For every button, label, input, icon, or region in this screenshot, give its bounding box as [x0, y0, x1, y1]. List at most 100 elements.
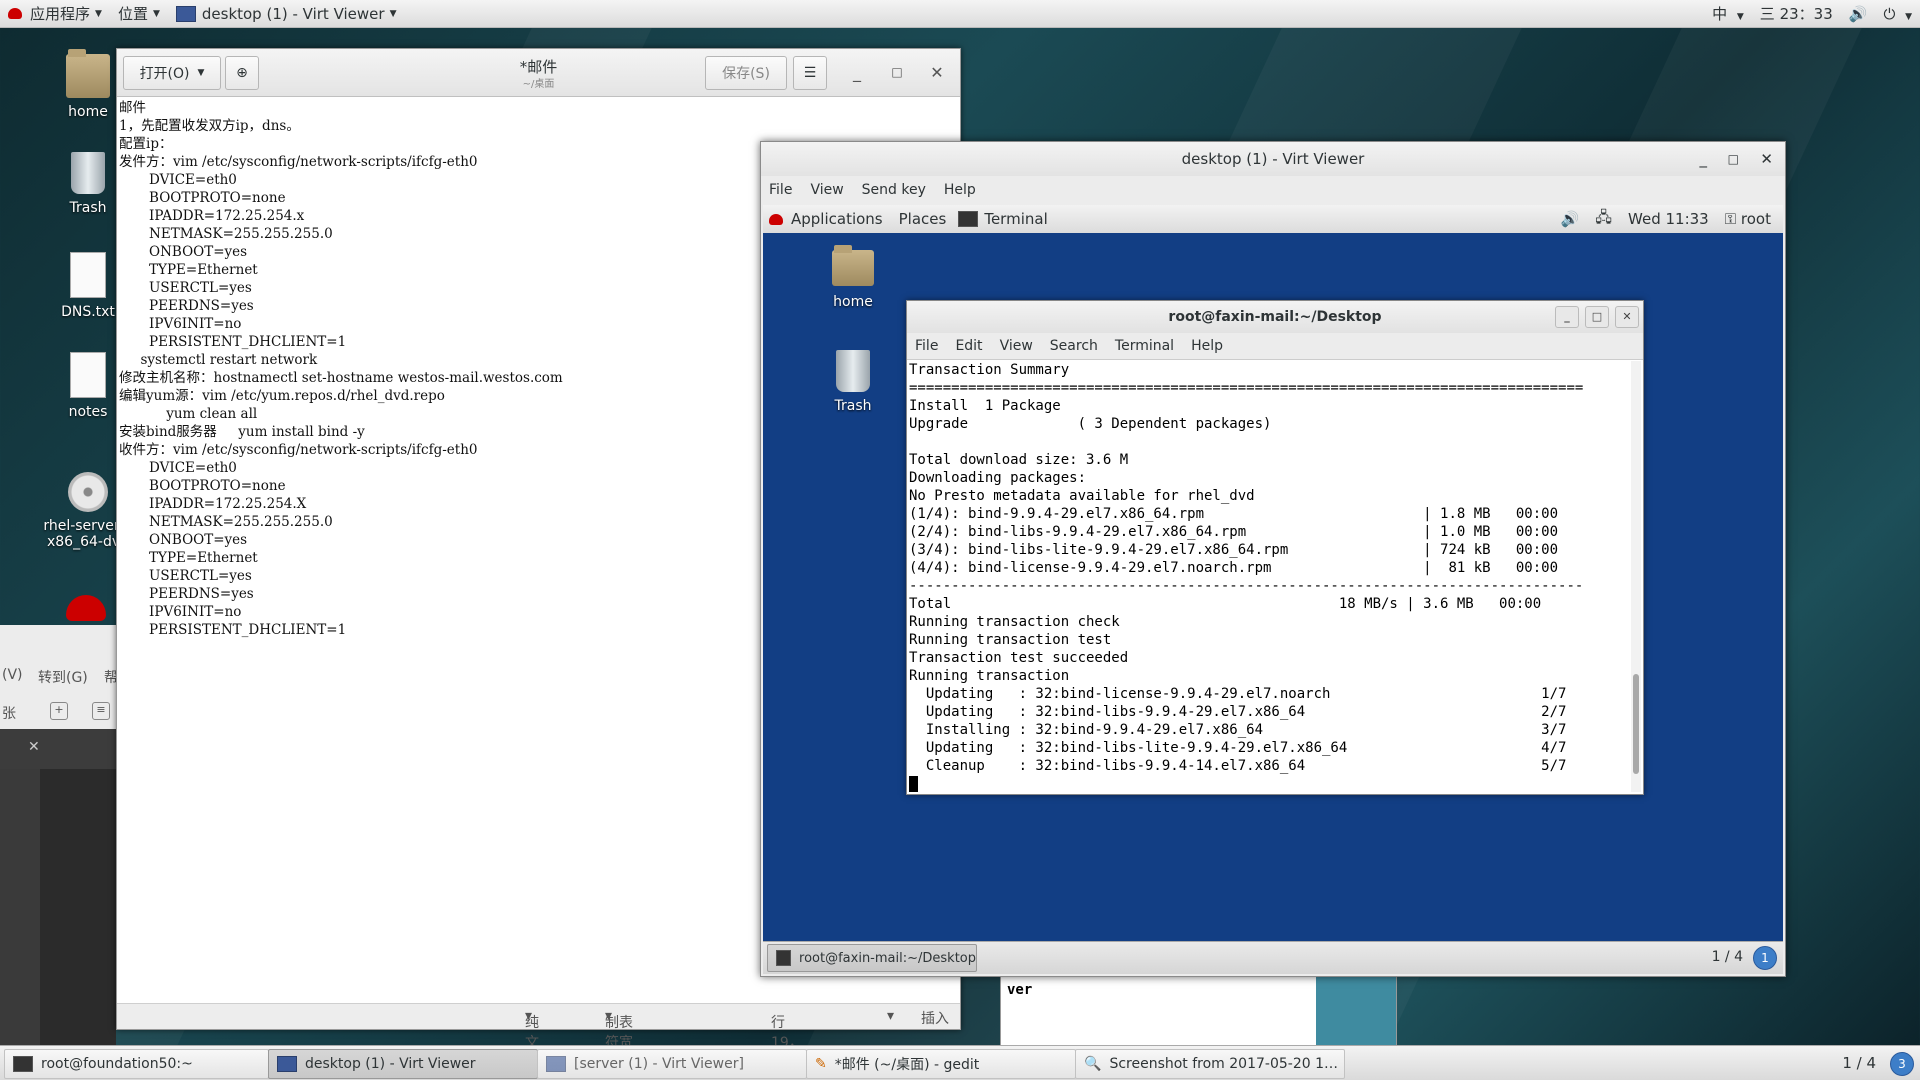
language-selector[interactable]: 纯文本 ▾ [525, 1008, 539, 1071]
window-subtitle: ~/桌面 [522, 79, 555, 90]
task-gedit[interactable]: ✎ *邮件 (~/桌面) - gedit [806, 1049, 1076, 1079]
guest-display[interactable]: Applications Places Terminal 🔊 🖧 Wed 11:… [763, 205, 1783, 974]
active-window-menu[interactable]: desktop (1) - Virt Viewer ▼ [168, 5, 405, 23]
notification-badge[interactable]: 3 [1890, 1052, 1914, 1076]
guest-notification-badge[interactable]: 1 [1753, 946, 1777, 970]
save-button[interactable]: 保存(S) [705, 56, 787, 90]
menu-help[interactable]: Help [1191, 338, 1223, 354]
editor-line: 邮件 [119, 100, 146, 116]
close-icon[interactable]: ✕ [927, 63, 947, 82]
terminal-line: Updating : 32:bind-libs-lite-9.9.4-29.el… [909, 740, 1567, 756]
terminal-line: (1/4): bind-9.9.4-29.el7.x86_64.rpm | 1.… [909, 506, 1559, 522]
menu-goto[interactable]: 转到(G) [38, 667, 88, 687]
guest-clock[interactable]: Wed 11:33 [1628, 210, 1709, 228]
image-viewer-icon: 🔍 [1084, 1056, 1102, 1072]
close-icon[interactable]: ✕ [1760, 142, 1773, 176]
volume-icon[interactable]: 🔊 [1561, 210, 1580, 228]
menu-button[interactable]: ☰ [793, 56, 827, 90]
menu-help[interactable]: Help [944, 182, 976, 198]
menu-view[interactable]: (V) [2, 667, 23, 683]
menu-view[interactable]: View [810, 182, 843, 198]
gedit-statusbar: 纯文本 ▾ 制表符宽度：8 ▾ 行 19，列 10 ▾ 插入 [117, 1003, 960, 1080]
chevron-down-icon[interactable]: ▾ [887, 1008, 894, 1024]
guest-applications-menu[interactable]: Applications [791, 210, 883, 228]
close-icon[interactable]: ✕ [1615, 306, 1639, 328]
guest-user-menu[interactable]: ⚿ root [1725, 210, 1771, 228]
guest-desktop-icon-home[interactable]: home [808, 245, 898, 310]
minimize-icon[interactable]: _ [1700, 142, 1708, 176]
maximize-icon[interactable]: □ [1728, 142, 1739, 176]
power-icon[interactable]: ⏻ ▼ [1883, 5, 1912, 23]
guest-active-window-label: Terminal [984, 210, 1048, 228]
minimize-icon[interactable]: _ [847, 63, 867, 82]
partial-file-manager-window: (V) 转到(G) 帮 张 + ≡ ✕ [0, 625, 118, 1045]
window-title: *邮件 [519, 58, 558, 76]
terminal-scrollbar[interactable] [1631, 361, 1641, 792]
virt-viewer-titlebar: desktop (1) - Virt Viewer _ □ ✕ [761, 142, 1785, 176]
task-label: desktop (1) - Virt Viewer [305, 1056, 476, 1072]
input-method-indicator[interactable]: 中 ▼ [1712, 3, 1744, 24]
scrollbar-thumb[interactable] [1633, 674, 1639, 774]
terminal-output[interactable]: Transaction Summary =====================… [909, 361, 1629, 792]
guest-active-window[interactable]: Terminal [958, 210, 1048, 228]
guest-desktop-icon-trash[interactable]: Trash [808, 350, 898, 414]
terminal-line: Cleanup : 32:bind-libs-9.9.4-14.el7.x86_… [909, 758, 1567, 774]
trash-icon [71, 152, 105, 194]
gedit-headerbar: 打开(O) ▼ ⊕ *邮件 ~/桌面 保存(S) ☰ _ □ ✕ [117, 49, 960, 97]
terminal-window: root@faxin-mail:~/Desktop _ □ ✕ File Edi… [906, 300, 1644, 795]
terminal-icon [13, 1056, 33, 1072]
task-label: *邮件 (~/桌面) - gedit [834, 1057, 980, 1073]
menu-view[interactable]: View [1000, 338, 1033, 354]
trash-icon [836, 350, 870, 392]
chevron-down-icon: ▼ [1905, 11, 1912, 22]
menu-send-key[interactable]: Send key [862, 182, 926, 198]
task-server-virt-viewer[interactable]: [server (1) - Virt Viewer] [537, 1049, 807, 1079]
guest-user-label: root [1740, 210, 1771, 228]
insert-mode: 插入 [921, 1011, 949, 1027]
terminal-line: Downloading packages: [909, 470, 1087, 486]
add-icon[interactable]: + [50, 702, 68, 720]
clock[interactable]: 三 23：33 [1760, 3, 1833, 24]
volume-icon[interactable]: 🔊 [1849, 5, 1868, 23]
menu-file[interactable]: File [769, 182, 792, 198]
guest-workspace-indicator[interactable]: 1 / 4 [1712, 949, 1743, 965]
applications-menu[interactable]: 应用程序 ▼ [0, 3, 110, 24]
task-label: root@faxin-mail:~/Desktop [799, 950, 976, 966]
input-method-label: 中 [1712, 5, 1728, 23]
terminal-titlebar: root@faxin-mail:~/Desktop _ □ ✕ [907, 301, 1643, 333]
editor-line: 1，先配置收发双方ip，dns。 [119, 118, 300, 134]
menu-search[interactable]: Search [1050, 338, 1098, 354]
task-label: root@foundation50:~ [41, 1056, 193, 1072]
home-folder-icon [832, 245, 874, 286]
virt-viewer-menubar: File View Send key Help [761, 176, 1785, 204]
terminal-line: ----------------------------------------… [909, 578, 1584, 594]
maximize-icon[interactable]: □ [887, 65, 907, 79]
places-menu[interactable]: 位置 ▼ [110, 3, 168, 24]
places-label: 位置 [117, 5, 148, 23]
workspace-indicator[interactable]: 1 / 4 [1842, 1054, 1876, 1072]
bottom-taskbar: root@foundation50:~ desktop (1) - Virt V… [0, 1045, 1920, 1080]
network-icon[interactable]: 🖧 [1595, 207, 1612, 232]
task-root-foundation[interactable]: root@foundation50:~ [4, 1049, 269, 1079]
menu-file[interactable]: File [915, 338, 938, 354]
task-screenshot[interactable]: 🔍 Screenshot from 2017-05-20 1… [1075, 1049, 1345, 1079]
partial-window-tabbar: ✕ [0, 729, 116, 769]
task-label: [server (1) - Virt Viewer] [574, 1056, 744, 1072]
tab-width-selector[interactable]: 制表符宽度：8 ▾ [605, 1008, 633, 1080]
minimize-icon[interactable]: _ [1555, 306, 1579, 328]
close-icon[interactable]: ✕ [28, 739, 40, 755]
terminal-line: Updating : 32:bind-libs-9.9.4-29.el7.x86… [909, 704, 1567, 720]
virt-viewer-icon [175, 5, 196, 22]
maximize-icon[interactable]: □ [1585, 306, 1609, 328]
guest-places-menu[interactable]: Places [899, 210, 947, 228]
list-icon[interactable]: ≡ [92, 702, 110, 720]
menu-terminal[interactable]: Terminal [1115, 338, 1174, 354]
partial-text: ver [1007, 982, 1033, 998]
terminal-menubar: File Edit View Search Terminal Help [907, 333, 1643, 360]
menu-edit[interactable]: Edit [955, 338, 982, 354]
task-desktop-virt-viewer[interactable]: desktop (1) - Virt Viewer [268, 1049, 538, 1079]
guest-task-terminal[interactable]: root@faxin-mail:~/Desktop [767, 944, 977, 972]
terminal-line: Running transaction check [909, 614, 1120, 630]
terminal-line: ========================================… [909, 380, 1584, 396]
